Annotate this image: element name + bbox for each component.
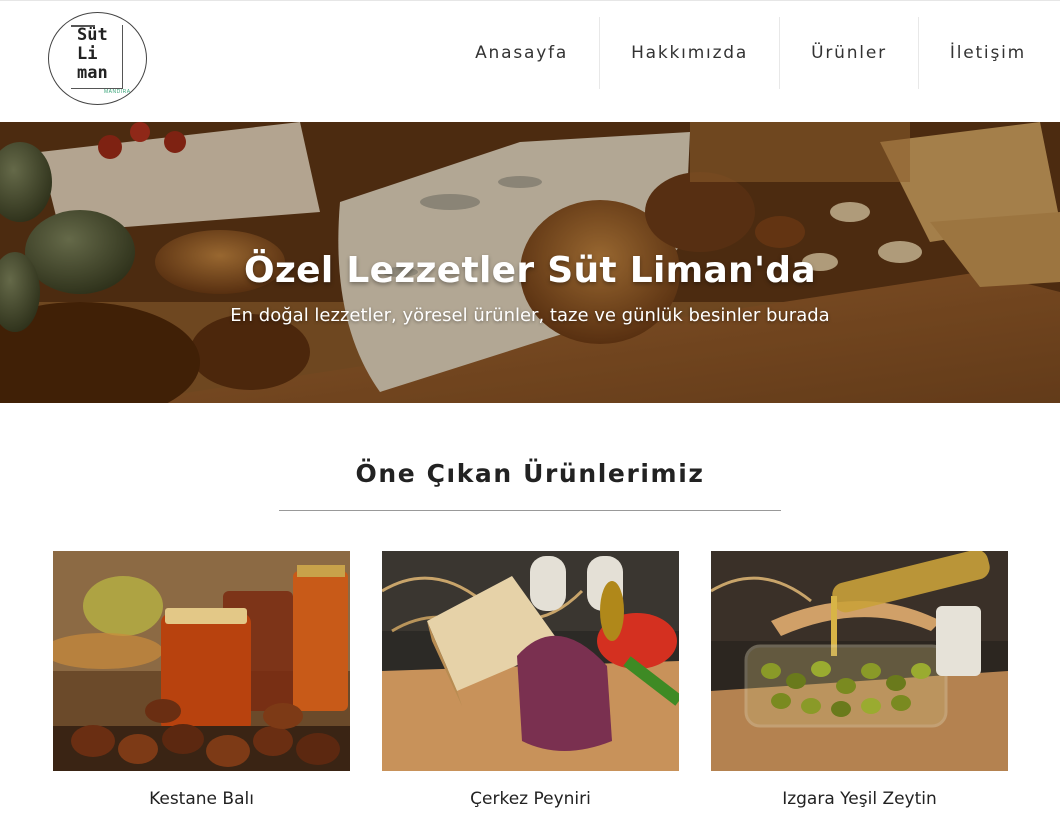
hero-title: Özel Lezzetler Süt Liman'da [244, 250, 816, 291]
main-nav: Anasayfa Hakkımızda Ürünler İletişim [444, 17, 1042, 89]
logo-tagline: MANDIRA [104, 89, 131, 95]
site-header: Süt Li man MANDIRA Anasayfa Hakkımızda Ü… [0, 0, 1060, 122]
nav-item-contact[interactable]: İletişim [917, 17, 1042, 89]
featured-section-title: Öne Çıkan Ürünlerimiz [355, 459, 705, 488]
logo-line-1: Süt [77, 25, 108, 45]
logo-line-3: man [77, 63, 108, 83]
hero-banner: Özel Lezzetler Süt Liman'da En doğal lez… [0, 122, 1060, 403]
product-image-chestnut-honey[interactable] [53, 551, 350, 771]
section-divider [279, 510, 781, 511]
product-image-circassian-cheese[interactable] [382, 551, 679, 771]
nav-item-home[interactable]: Anasayfa [444, 17, 599, 89]
logo-text: Süt Li man [77, 26, 108, 83]
product-name[interactable]: Kestane Balı [53, 789, 350, 809]
logo[interactable]: Süt Li man MANDIRA [48, 12, 147, 105]
product-card[interactable]: Kestane Balı [53, 551, 350, 809]
nav-item-products[interactable]: Ürünler [779, 17, 918, 89]
product-card[interactable]: Çerkez Peyniri [382, 551, 679, 809]
product-card[interactable]: Izgara Yeşil Zeytin [711, 551, 1008, 809]
product-name[interactable]: Çerkez Peyniri [382, 789, 679, 809]
logo-line-2: Li [77, 44, 98, 64]
product-name[interactable]: Izgara Yeşil Zeytin [711, 789, 1008, 809]
hero-subtitle: En doğal lezzetler, yöresel ürünler, taz… [230, 305, 830, 326]
product-image-green-olives[interactable] [711, 551, 1008, 771]
nav-item-about[interactable]: Hakkımızda [599, 17, 779, 89]
